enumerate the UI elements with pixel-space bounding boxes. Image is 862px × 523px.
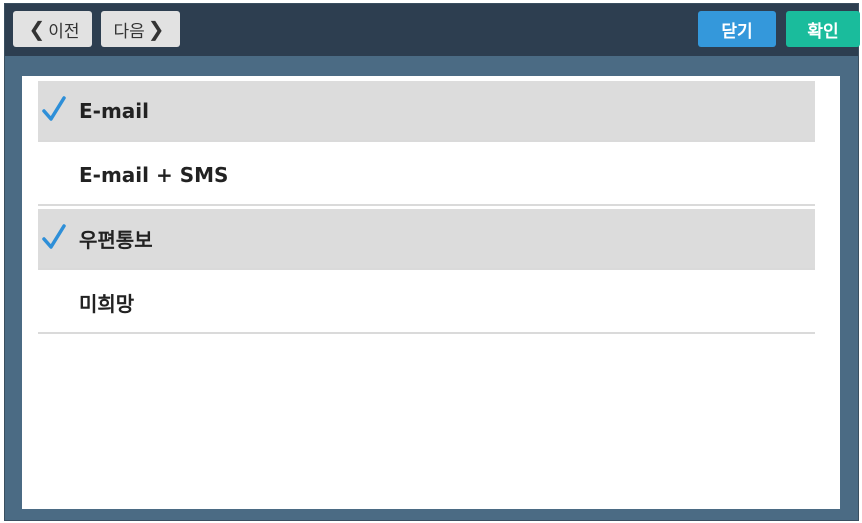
next-button-label: 다음 [113, 21, 145, 42]
option-label: 우편통보 [79, 228, 153, 252]
option-label: E-mail + SMS [79, 162, 229, 187]
chevron-right-icon: ❯ [147, 17, 165, 41]
option-none[interactable]: 미희망 [38, 273, 815, 334]
chevron-left-icon: ❮ [28, 17, 46, 41]
option-postal[interactable]: 우편통보 [38, 209, 815, 270]
dialog-frame: ❮ 이전 다음 ❯ 닫기 확인 E-mail E-mail + SMS 우편통보… [4, 3, 860, 521]
close-button[interactable]: 닫기 [698, 11, 776, 47]
checkmark-icon [42, 96, 66, 121]
prev-button-label: 이전 [48, 21, 80, 42]
checkmark-icon [42, 224, 66, 249]
option-label: 미희망 [79, 292, 135, 316]
toolbar: ❮ 이전 다음 ❯ 닫기 확인 [5, 4, 860, 56]
next-button[interactable]: 다음 ❯ [101, 11, 180, 47]
confirm-button[interactable]: 확인 [786, 11, 860, 47]
option-label: E-mail [79, 98, 150, 123]
option-email[interactable]: E-mail [38, 81, 815, 142]
options-panel: E-mail E-mail + SMS 우편통보 미희망 [22, 76, 840, 509]
option-email-sms[interactable]: E-mail + SMS [38, 145, 815, 206]
prev-button[interactable]: ❮ 이전 [13, 11, 92, 47]
